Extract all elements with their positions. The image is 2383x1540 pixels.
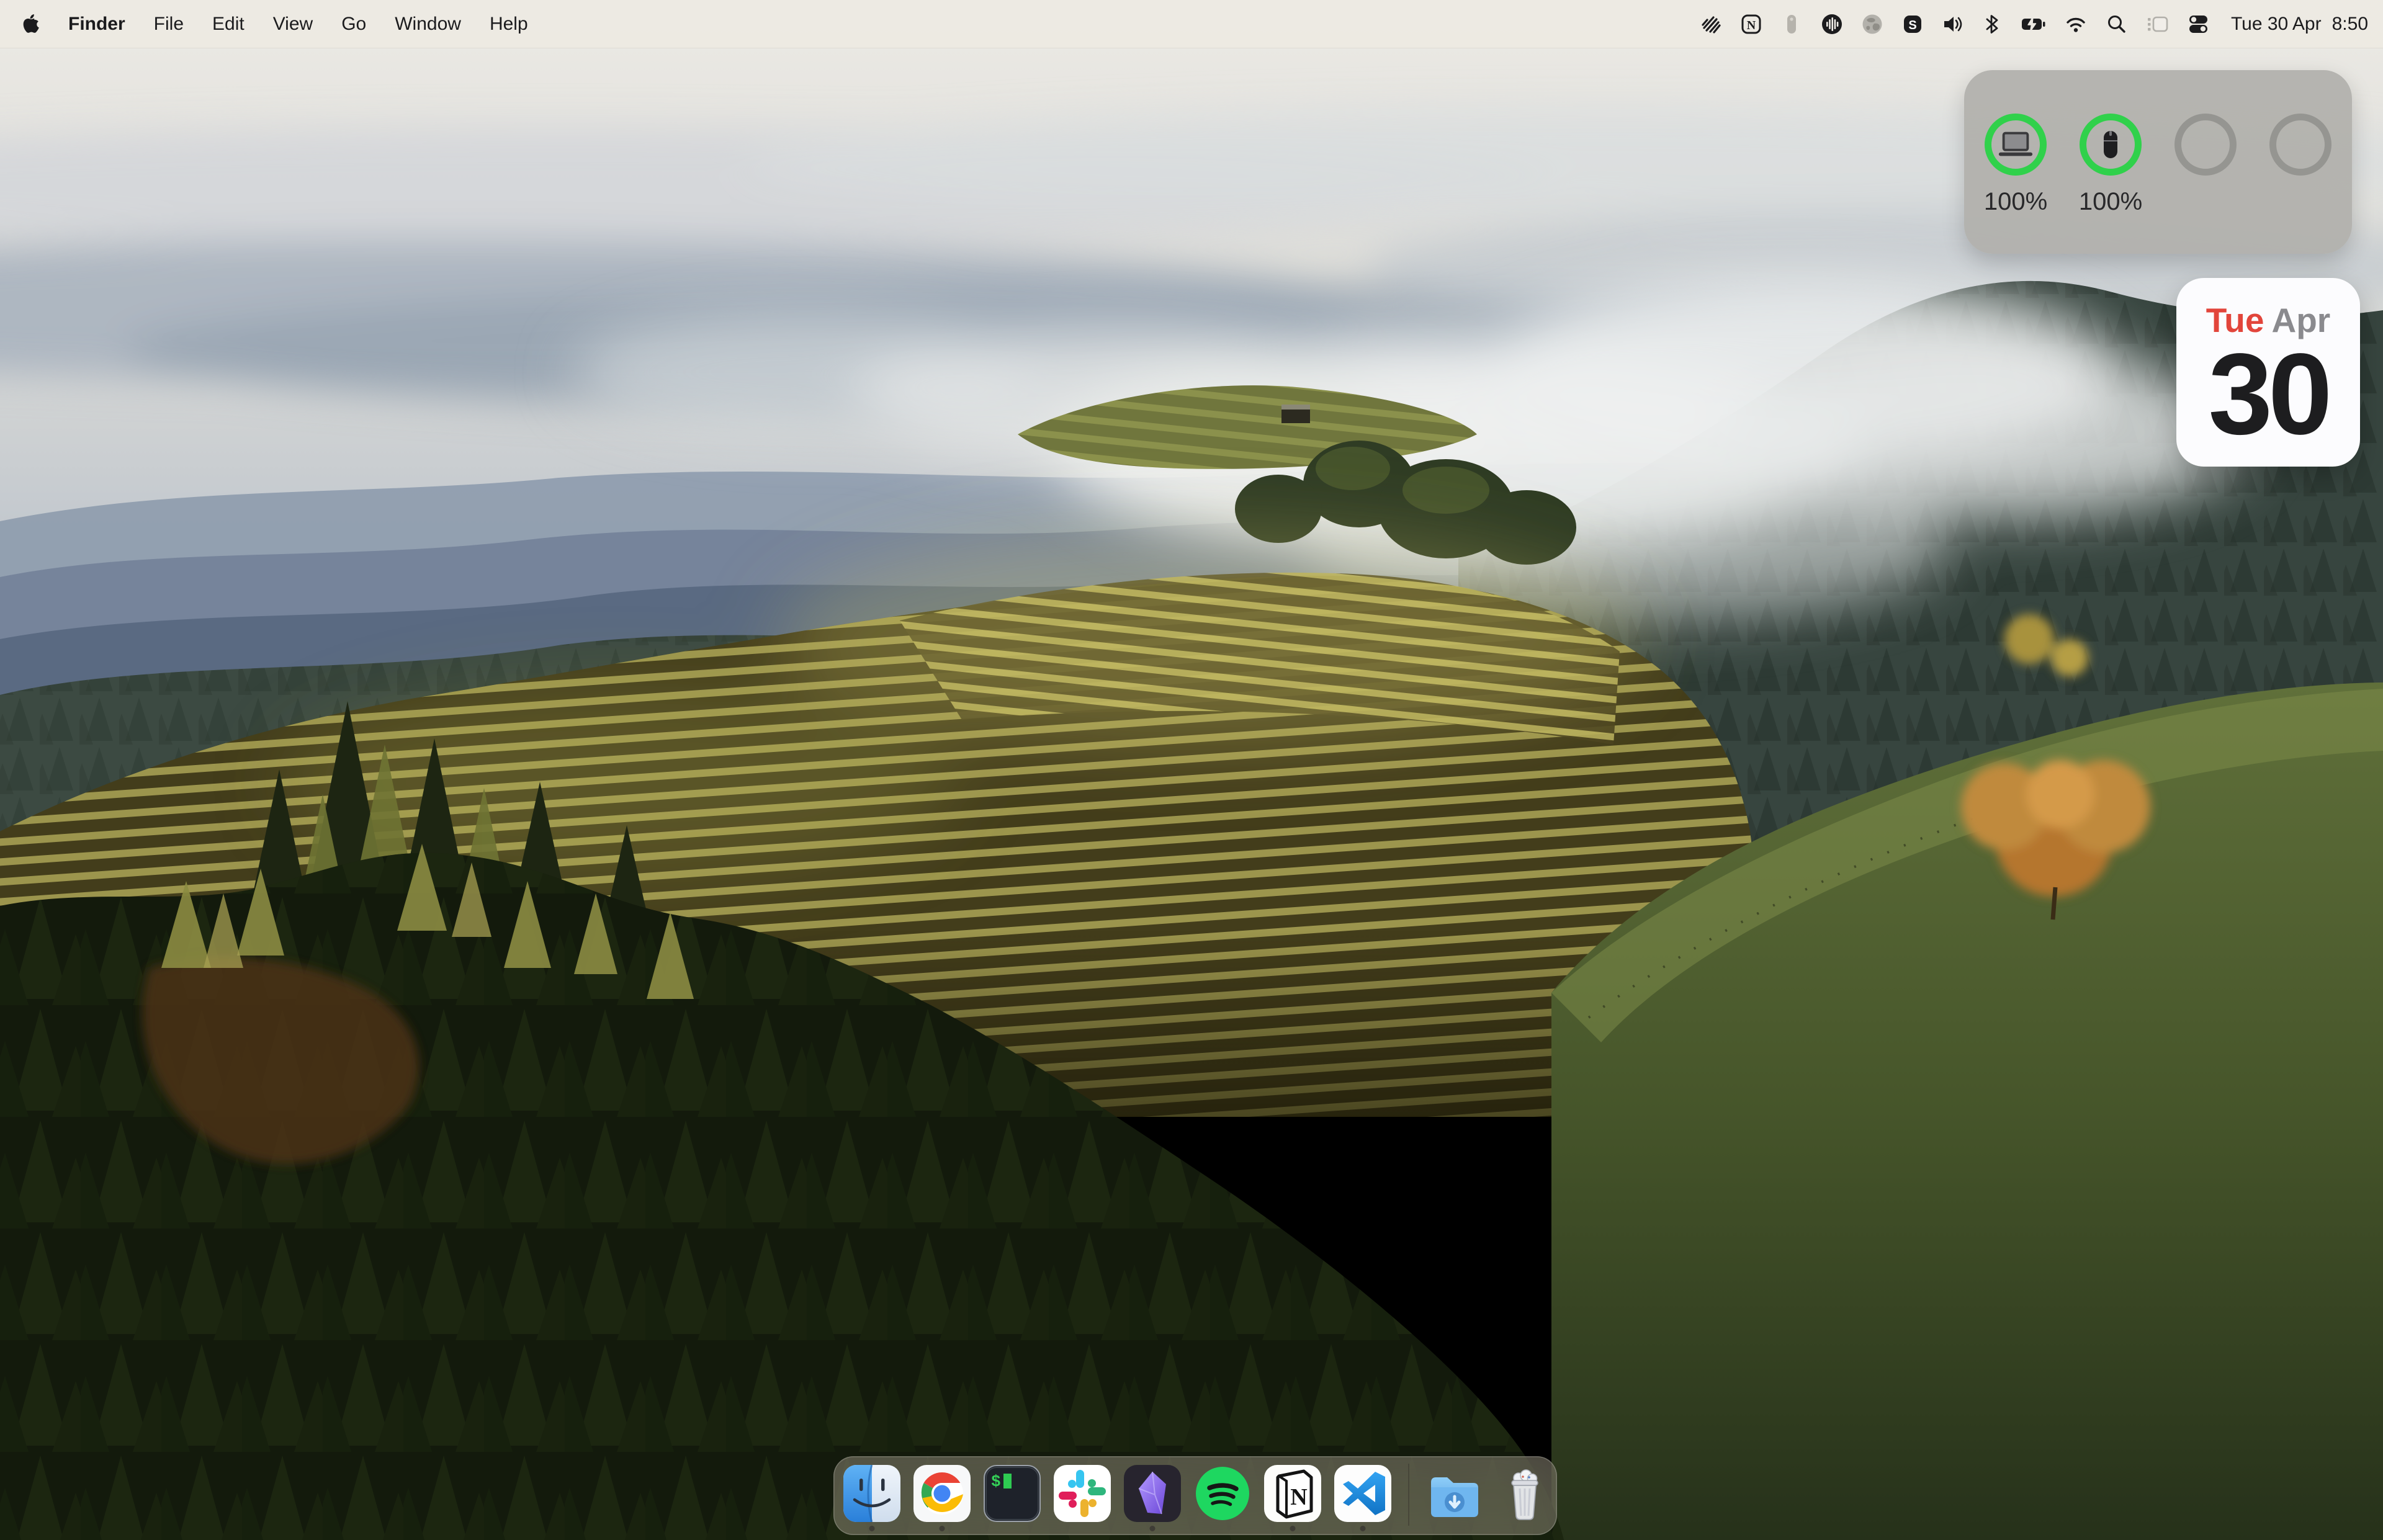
running-indicator [940,1526,945,1531]
wifi-icon[interactable] [2063,12,2088,36]
shottr-icon[interactable]: S [1901,12,1924,36]
obsidian-icon [1123,1464,1182,1523]
vscode-icon [1333,1464,1393,1523]
menu-bar: Finder File Edit View Go Window Help [0,0,2383,48]
calendar-day: 30 [2176,341,2360,447]
terminal-icon: $ [982,1464,1042,1523]
stage-manager-icon[interactable] [2145,12,2170,36]
dock-spotify[interactable] [1193,1464,1252,1523]
control-center-icon[interactable] [2187,12,2210,36]
globe-icon[interactable] [1860,12,1884,36]
battery-ring-empty [2174,114,2237,176]
battery-percent-mouse: 100% [2079,188,2142,216]
audio-waveform-icon[interactable] [1820,12,1844,36]
menu-help[interactable]: Help [490,14,528,35]
svg-text:N: N [1747,19,1756,32]
notion-menu-icon[interactable]: N [1739,12,1763,36]
battery-device-mouse: 100% [2067,114,2154,216]
running-indicator [1290,1526,1296,1531]
battery-ring-empty [2269,114,2331,176]
running-indicator [869,1526,875,1531]
chrome-icon [912,1464,972,1523]
svg-text:N: N [1290,1484,1307,1510]
menu-view[interactable]: View [273,14,313,35]
dock-slack[interactable] [1052,1464,1112,1523]
running-indicator [1150,1526,1156,1531]
menu-finder[interactable]: Finder [68,14,125,35]
dock-finder[interactable] [842,1464,902,1523]
dock-downloads[interactable] [1425,1464,1484,1523]
volume-icon[interactable] [1941,12,1965,36]
mouse-icon [2096,128,2125,161]
menu-go[interactable]: Go [341,14,366,35]
spotlight-icon[interactable] [2105,12,2129,36]
dock: $ [833,1456,1557,1535]
battery-device-empty-2 [2257,114,2344,215]
slack-icon [1052,1464,1112,1523]
menu-clock[interactable]: Tue 30 Apr 8:50 [2231,14,2368,35]
menu-file[interactable]: File [154,14,184,35]
dock-chrome[interactable] [912,1464,972,1523]
notion-icon: N [1263,1464,1322,1523]
dock-obsidian[interactable] [1123,1464,1182,1523]
downloads-folder-icon [1425,1464,1484,1523]
battery-widget[interactable]: 100% 100% [1964,70,2352,254]
mouse-battery-icon[interactable] [1780,12,1803,36]
battery-ring-laptop [1985,114,2047,176]
trash-icon [1495,1464,1555,1523]
dock-vscode[interactable] [1333,1464,1393,1523]
battery-device-empty-1 [2162,114,2249,215]
battery-device-laptop: 100% [1972,114,2059,216]
apple-menu-icon[interactable] [21,13,40,35]
battery-charging-icon[interactable] [2019,12,2047,36]
spotify-icon [1193,1464,1252,1523]
dock-terminal[interactable]: $ [982,1464,1042,1523]
menu-date: Tue 30 Apr [2231,14,2322,35]
battery-percent-laptop: 100% [1984,188,2047,216]
battery-ring-mouse [2080,114,2142,176]
menu-window[interactable]: Window [395,14,461,35]
svg-text:S: S [1908,19,1916,32]
calendar-widget[interactable]: TueApr 30 [2176,278,2360,467]
menu-edit[interactable]: Edit [212,14,245,35]
finder-icon [842,1464,902,1523]
laptop-icon [1996,129,2035,160]
dock-notion[interactable]: N [1263,1464,1322,1523]
dock-divider [1408,1464,1409,1526]
hatched-app-icon[interactable] [1699,12,1723,36]
menu-time: 8:50 [2332,14,2368,35]
desktop: Finder File Edit View Go Window Help [0,0,2383,1540]
dock-trash[interactable] [1495,1464,1555,1523]
bluetooth-icon[interactable] [1981,12,2003,36]
svg-text:$: $ [991,1472,1001,1491]
running-indicator [1360,1526,1366,1531]
